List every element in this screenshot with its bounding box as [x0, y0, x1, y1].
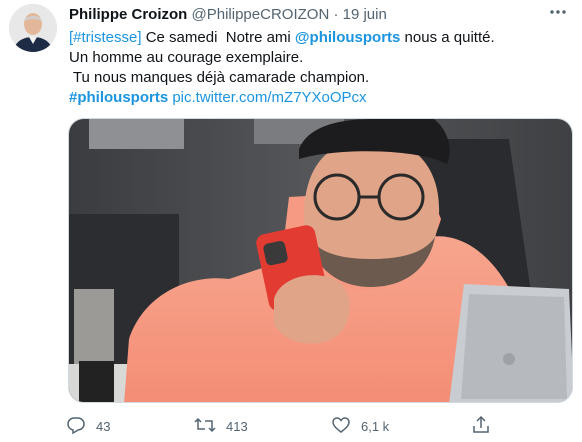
text-segment: nous a quitté. [400, 29, 495, 46]
tweet-text-line-3: Tu nous manques déjà camarade champion. [69, 69, 370, 86]
share-button[interactable] [471, 414, 491, 438]
text-segment: Ce samedi Notre ami [141, 29, 295, 46]
tweet-header: Philippe Croizon @PhilippeCROIZON · 19 j… [69, 6, 387, 26]
like-count: 6,1 k [361, 418, 390, 434]
retweet-icon [194, 415, 216, 438]
share-icon [471, 415, 491, 438]
heart-icon [331, 415, 351, 438]
tweet-text-line-4: #philousports pic.twitter.com/mZ7YXoOPcx [69, 88, 569, 108]
pic-link[interactable]: pic.twitter.com/mZ7YXoOPcx [172, 89, 366, 106]
header-separator: · [333, 6, 339, 23]
like-button[interactable]: 6,1 k [331, 414, 389, 438]
tweet[interactable]: Philippe Croizon @PhilippeCROIZON · 19 j… [0, 0, 582, 442]
reply-count: 43 [96, 418, 111, 434]
reply-icon [66, 415, 86, 438]
tweet-date[interactable]: 19 juin [343, 6, 387, 23]
tweet-text-line-2: Un homme au courage exemplaire. [69, 49, 304, 66]
retweet-button[interactable]: 413 [194, 414, 248, 438]
hashtag-tristesse[interactable]: [#tristesse] [69, 29, 142, 46]
hashtag-philousports[interactable]: #philousports [69, 89, 168, 106]
author-handle[interactable]: @PhilippeCROIZON [192, 6, 330, 23]
tweet-photo[interactable] [68, 118, 573, 403]
tweet-text-line-1: [#tristesse] Ce samedi Notre ami @philou… [69, 28, 569, 48]
tweet-text: [#tristesse] Ce samedi Notre ami @philou… [69, 28, 569, 108]
tweet-actions: 43 413 6,1 k [66, 414, 506, 438]
mention-philousports[interactable]: @philousports [295, 29, 400, 46]
author-name[interactable]: Philippe Croizon [69, 6, 187, 23]
more-options-icon[interactable] [546, 2, 570, 22]
retweet-count: 413 [226, 418, 248, 434]
reply-button[interactable]: 43 [66, 414, 110, 438]
author-avatar[interactable] [9, 4, 57, 52]
